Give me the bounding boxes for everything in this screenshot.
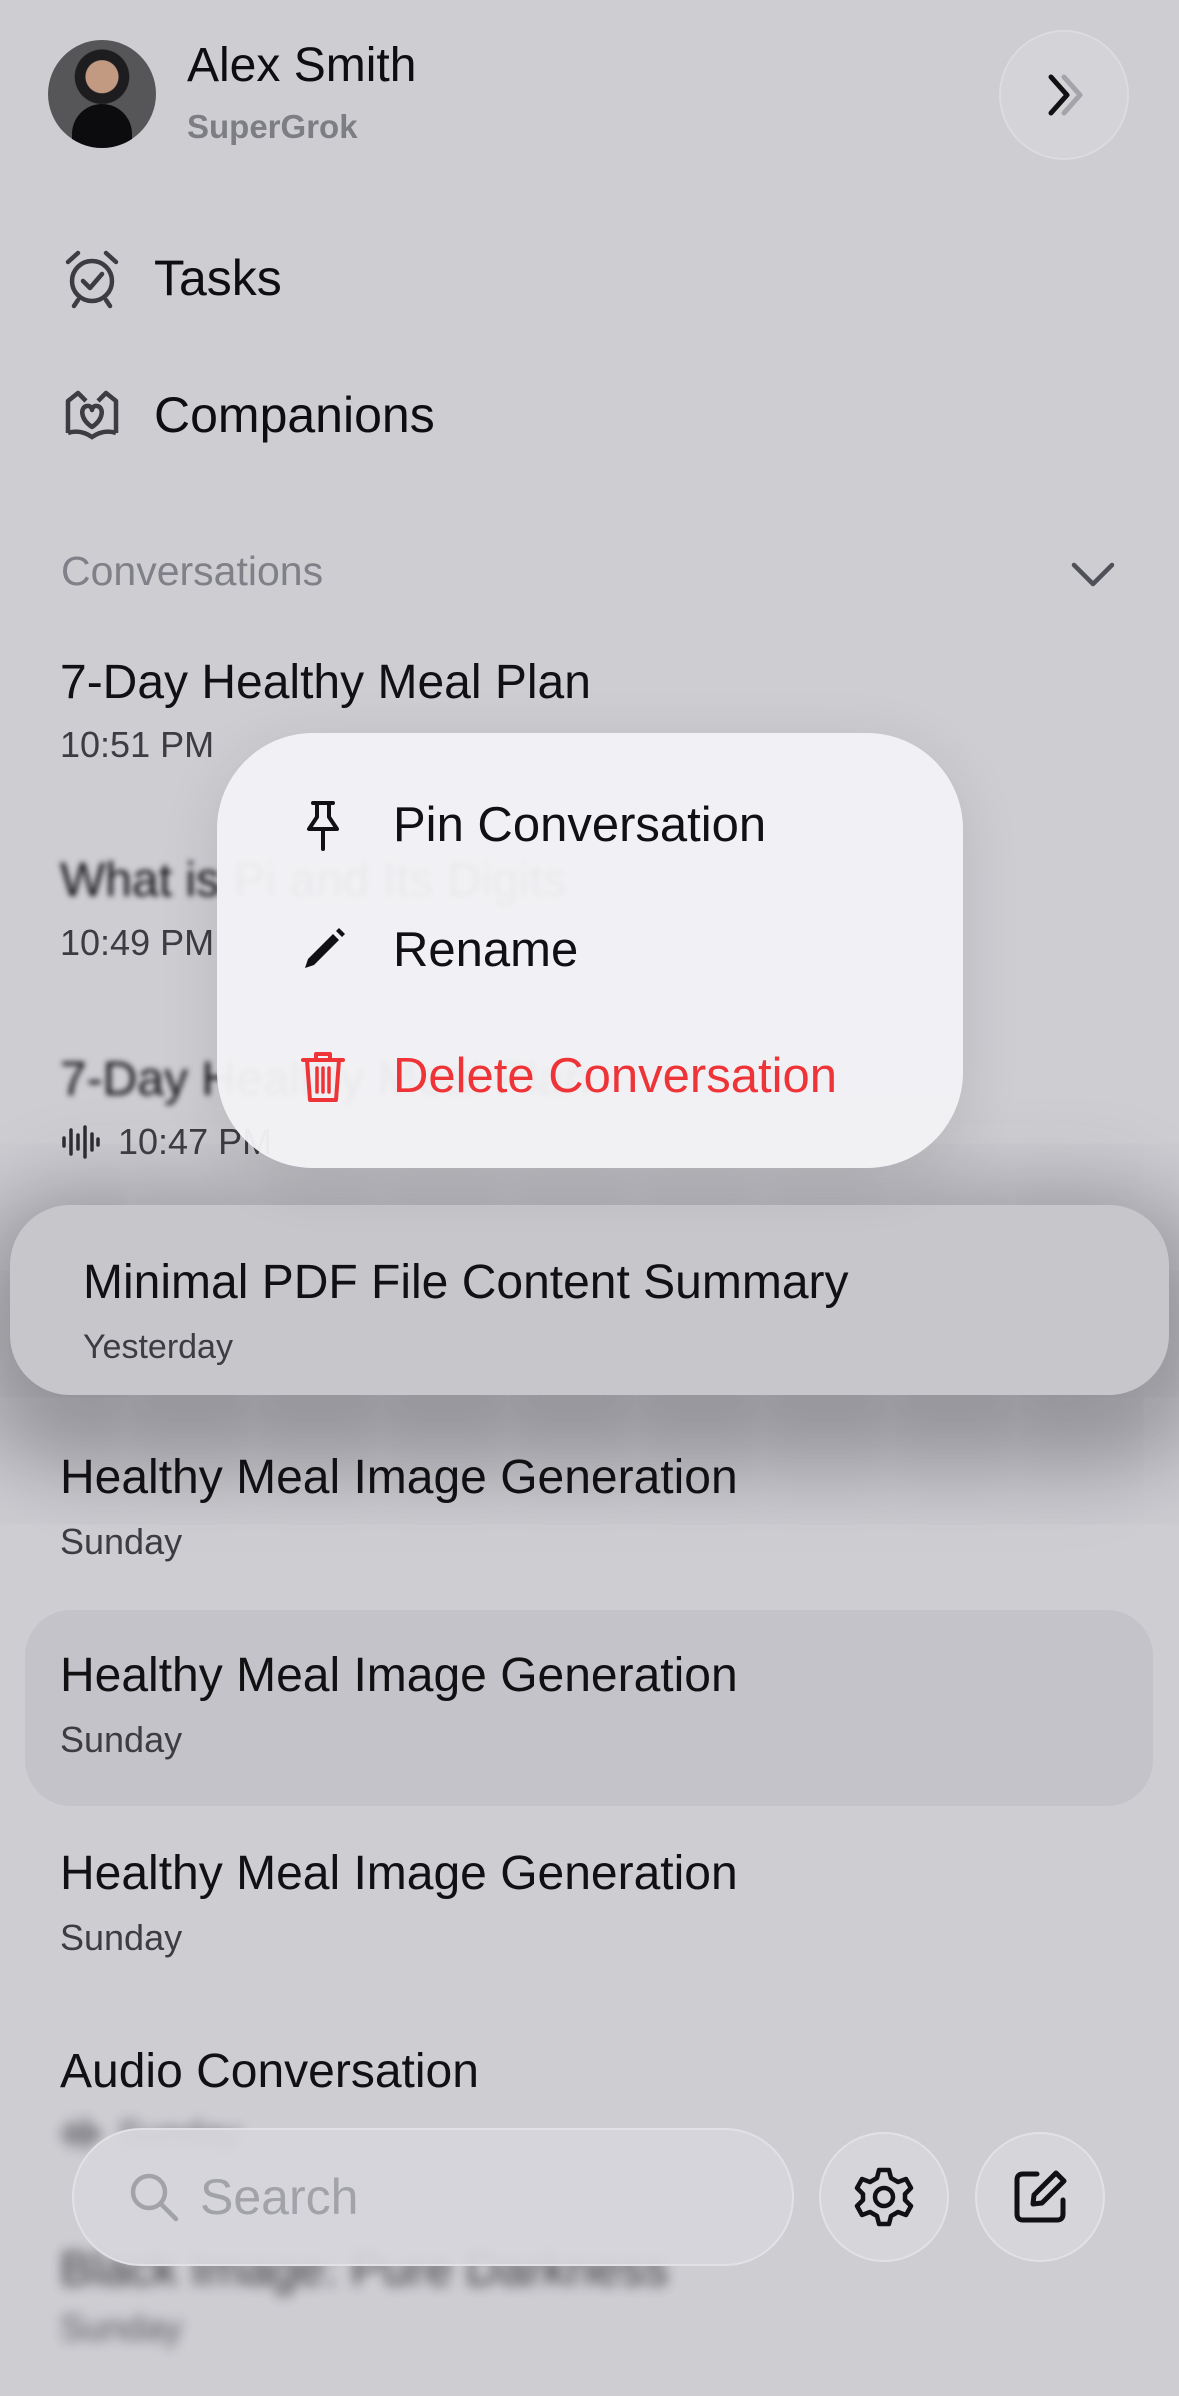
- collapse-sidebar-button[interactable]: [999, 30, 1129, 160]
- trash-icon: [295, 1048, 351, 1104]
- conversation-title: Healthy Meal Image Generation: [60, 1649, 738, 1702]
- avatar[interactable]: [48, 40, 156, 148]
- rename-menu-item[interactable]: Rename: [217, 890, 963, 1010]
- gear-icon: [854, 2167, 914, 2227]
- conversation-time: Sunday: [60, 1521, 183, 1562]
- search-bar[interactable]: [72, 2128, 794, 2266]
- chevron-down-icon[interactable]: [1068, 555, 1118, 595]
- new-chat-button[interactable]: [975, 2132, 1105, 2262]
- compose-icon: [1014, 2170, 1067, 2223]
- list-item[interactable]: Healthy Meal Image Generation Sunday: [60, 1450, 738, 1563]
- pencil-icon: [295, 922, 351, 978]
- alarm-clock-icon: [60, 246, 124, 310]
- delete-conversation-label: Delete Conversation: [393, 1049, 837, 1103]
- conversation-title: Minimal PDF File Content Summary: [83, 1256, 849, 1309]
- companions-icon: [60, 383, 124, 447]
- conversation-title: Healthy Meal Image Generation: [60, 1847, 738, 1900]
- conversation-title: 7-Day Healthy Meal Plan: [60, 656, 591, 709]
- conversations-section-title: Conversations: [61, 548, 324, 594]
- list-item[interactable]: Healthy Meal Image Generation Sunday: [60, 1648, 738, 1761]
- audio-waveform-icon: [62, 1125, 100, 1159]
- nav-item-tasks[interactable]: Tasks: [60, 233, 282, 323]
- rename-label: Rename: [393, 923, 579, 977]
- nav-item-tasks-label: Tasks: [154, 250, 282, 306]
- settings-button[interactable]: [819, 2132, 949, 2262]
- pin-icon: [295, 797, 351, 853]
- user-name: Alex Smith: [187, 39, 417, 92]
- user-plan: SuperGrok: [187, 108, 358, 145]
- nav-item-companions[interactable]: Companions: [60, 370, 435, 460]
- conversation-time: Sunday: [60, 1917, 183, 1958]
- nav-item-companions-label: Companions: [154, 387, 435, 443]
- search-icon: [130, 2173, 179, 2222]
- delete-conversation-menu-item[interactable]: Delete Conversation: [217, 1016, 963, 1136]
- conversation-title: Audio Conversation: [60, 2045, 479, 2098]
- pin-conversation-label: Pin Conversation: [393, 798, 767, 852]
- conversation-title: Healthy Meal Image Generation: [60, 1451, 738, 1504]
- lifted-list-item[interactable]: Minimal PDF File Content Summary Yesterd…: [10, 1205, 1169, 1395]
- pin-conversation-menu-item[interactable]: Pin Conversation: [217, 765, 963, 885]
- double-chevron-right-icon: [1048, 74, 1083, 116]
- conversation-time: Sunday: [60, 2307, 183, 2348]
- conversation-time: Yesterday: [83, 1328, 233, 1366]
- conversation-time: Sunday: [60, 1719, 183, 1760]
- search-input[interactable]: [198, 2167, 762, 2227]
- context-menu: Pin Conversation Rename Delete Conversat…: [217, 733, 963, 1168]
- list-item[interactable]: Healthy Meal Image Generation Sunday: [60, 1846, 738, 1959]
